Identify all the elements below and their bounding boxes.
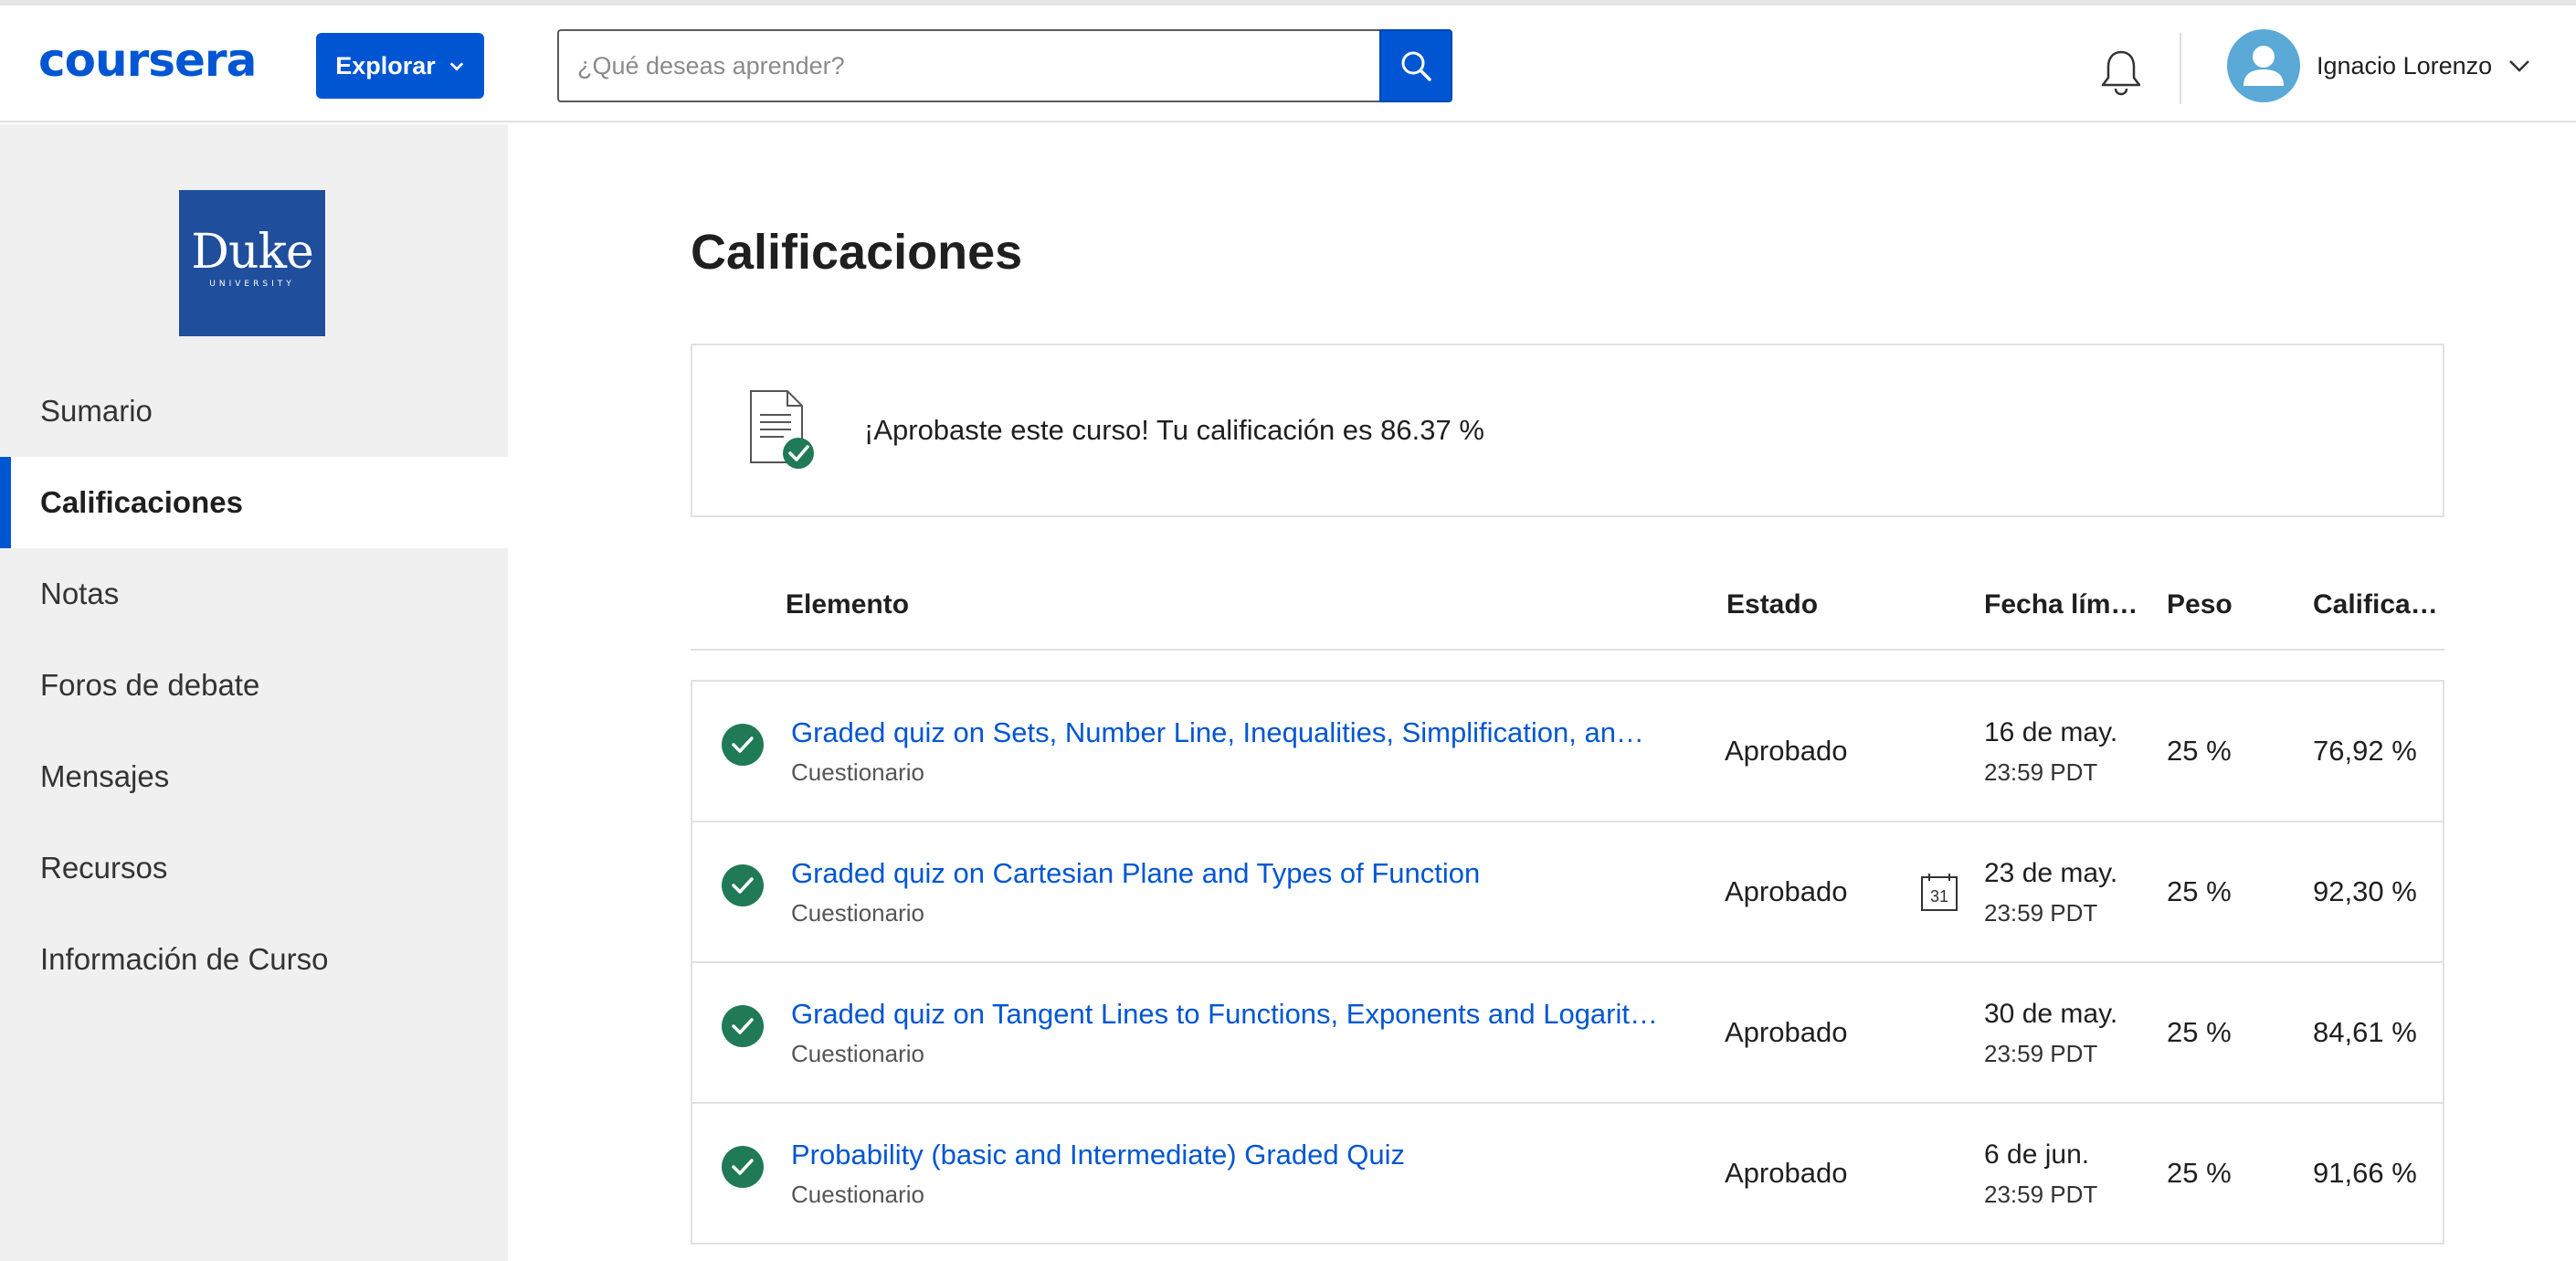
grade-value: 76,92 % [2313, 735, 2417, 767]
search-button[interactable] [1379, 29, 1452, 102]
header-divider [2180, 33, 2181, 104]
due-time: 23:59 PDT [1984, 899, 2098, 927]
item-link[interactable]: Graded quiz on Tangent Lines to Function… [791, 996, 1658, 1033]
due-date: 6 de jun. [1984, 1139, 2090, 1170]
sidebar-item-recursos[interactable]: Recursos [0, 822, 508, 914]
page-title: Calificaciones [691, 225, 1023, 280]
sidebar-item-calificaciones[interactable]: Calificaciones [0, 457, 508, 548]
course-sidebar: Duke UNIVERSITY Sumario Calificaciones N… [0, 124, 508, 1261]
item-type: Cuestionario [791, 758, 924, 786]
item-link[interactable]: Graded quiz on Sets, Number Line, Inequa… [791, 715, 1644, 751]
chevron-down-icon [2509, 60, 2530, 72]
sidebar-item-foros[interactable]: Foros de debate [0, 640, 508, 731]
avatar [2227, 29, 2300, 102]
column-weight[interactable]: Peso [2167, 587, 2233, 623]
notifications-button[interactable] [2097, 48, 2145, 99]
weight-value: 25 % [2167, 735, 2232, 767]
column-status[interactable]: Estado [1726, 587, 1818, 623]
sidebar-item-informacion[interactable]: Información de Curso [0, 914, 508, 1005]
check-circle-icon [722, 724, 764, 766]
calendar-icon[interactable]: 31 [1920, 872, 1958, 912]
due-time: 23:59 PDT [1984, 758, 2098, 786]
sidebar-item-sumario[interactable]: Sumario [0, 366, 508, 457]
grade-value: 92,30 % [2313, 875, 2417, 907]
check-circle-icon [722, 1005, 764, 1047]
due-date: 16 de may. [1984, 717, 2118, 747]
item-type: Cuestionario [791, 899, 924, 927]
search-icon [1401, 51, 1431, 81]
university-logo[interactable]: Duke UNIVERSITY [179, 190, 325, 336]
weight-value: 25 % [2167, 1157, 2232, 1189]
item-type: Cuestionario [791, 1181, 924, 1208]
avatar-icon [2243, 46, 2284, 86]
status-text: Aprobado [1725, 1157, 1848, 1189]
weight-value: 25 % [2167, 875, 2232, 907]
pass-message: ¡Aprobaste este curso! Tu calificación e… [864, 414, 1484, 446]
grade-value: 84,61 % [2313, 1016, 2417, 1048]
search-bar [557, 29, 1452, 102]
explore-label: Explorar [335, 51, 436, 79]
due-time: 23:59 PDT [1984, 1181, 2098, 1208]
calendar-day: 31 [1930, 887, 1948, 906]
explore-button[interactable]: Explorar [316, 33, 484, 99]
column-due[interactable]: Fecha lím… [1984, 587, 2138, 623]
due-time: 23:59 PDT [1984, 1040, 2098, 1067]
university-logo-subtitle: UNIVERSITY [209, 280, 295, 289]
grade-value: 91,66 % [2313, 1157, 2417, 1189]
due-date: 30 de may. [1984, 999, 2118, 1029]
weight-value: 25 % [2167, 1016, 2232, 1048]
bell-icon [2101, 50, 2141, 96]
check-circle-icon [722, 1146, 764, 1188]
user-menu[interactable]: Ignacio Lorenzo [2227, 29, 2530, 102]
sidebar-item-mensajes[interactable]: Mensajes [0, 731, 508, 822]
top-header: coursera Explorar Ignacio Lorenzo [0, 5, 2576, 122]
table-row: Probability (basic and Intermediate) Gra… [692, 1104, 2443, 1245]
search-input[interactable] [557, 29, 1379, 102]
column-item[interactable]: Elemento [786, 587, 909, 623]
due-date: 23 de may. [1984, 858, 2118, 888]
coursera-logo[interactable]: coursera [38, 33, 257, 88]
grades-table-header: Elemento Estado Fecha lím… Peso Califica… [691, 567, 2444, 651]
column-grade[interactable]: Califica… [2313, 587, 2438, 623]
sidebar-item-notas[interactable]: Notas [0, 548, 508, 640]
course-nav: Sumario Calificaciones Notas Foros de de… [0, 366, 508, 1005]
check-circle-icon [722, 864, 764, 906]
table-row: Graded quiz on Cartesian Plane and Types… [692, 822, 2443, 963]
status-text: Aprobado [1725, 875, 1848, 907]
item-link[interactable]: Probability (basic and Intermediate) Gra… [791, 1137, 1405, 1173]
university-logo-name: Duke [191, 225, 313, 280]
user-name: Ignacio Lorenzo [2317, 51, 2493, 79]
document-check-icon [747, 389, 818, 472]
grades-table: Graded quiz on Sets, Number Line, Inequa… [691, 680, 2444, 1245]
table-row: Graded quiz on Tangent Lines to Function… [692, 963, 2443, 1104]
table-row: Graded quiz on Sets, Number Line, Inequa… [692, 682, 2443, 822]
status-text: Aprobado [1725, 1016, 1848, 1048]
item-type: Cuestionario [791, 1040, 924, 1067]
pass-banner: ¡Aprobaste este curso! Tu calificación e… [691, 344, 2444, 517]
chevron-down-icon [449, 62, 464, 71]
status-text: Aprobado [1725, 735, 1848, 767]
item-link[interactable]: Graded quiz on Cartesian Plane and Types… [791, 855, 1480, 892]
